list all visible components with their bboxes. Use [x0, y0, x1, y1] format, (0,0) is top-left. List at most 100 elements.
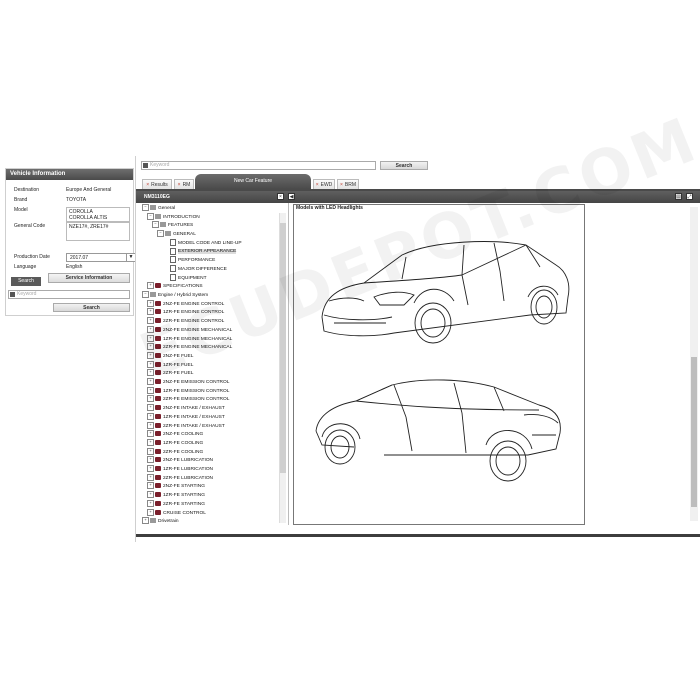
search-tab[interactable]: Search: [11, 277, 41, 286]
tree-item-label: 2NZ-FE INTAKE / EXHAUST: [163, 405, 225, 411]
tree-item-label: 2ZR-FE EMISSION CONTROL: [163, 397, 230, 403]
tree-item[interactable]: PERFORMANCE: [162, 256, 215, 264]
tree-item[interactable]: + SPECIFICATIONS: [147, 282, 203, 290]
keyword-search-input[interactable]: Keyword: [8, 290, 130, 299]
tree-item-label: 2ZR-FE COOLING: [163, 449, 204, 455]
tree-item[interactable]: +2NZ-FE INTAKE / EXHAUST: [147, 404, 225, 412]
tab-brm[interactable]: × BRM: [337, 179, 359, 189]
collapse-icon[interactable]: −: [157, 230, 164, 238]
collapse-icon[interactable]: −: [142, 204, 149, 211]
expand-icon[interactable]: +: [147, 395, 154, 403]
expand-icon[interactable]: +: [147, 473, 154, 481]
tree-item[interactable]: − General: [142, 204, 175, 212]
tree-item[interactable]: +2ZR-FE INTAKE / EXHAUST: [147, 421, 225, 430]
folder-icon: [155, 509, 161, 515]
expand-icon[interactable]: +: [147, 308, 154, 316]
doc-icon: [170, 273, 176, 281]
model-field[interactable]: COROLLA COROLLA ALTIS: [66, 207, 130, 222]
tab-rm[interactable]: × RM: [174, 179, 194, 189]
expand-icon[interactable]: +: [147, 491, 154, 499]
tree-item-label: 2NZ-FE LUBRICATION: [163, 458, 214, 464]
expand-icon[interactable]: ⤢: [686, 193, 693, 200]
tree-item[interactable]: − INTRODUCTION: [147, 212, 200, 221]
tree-item[interactable]: +2ZR-FE COOLING: [147, 447, 204, 456]
close-icon[interactable]: ×: [146, 182, 149, 188]
expand-icon[interactable]: +: [147, 386, 154, 394]
close-icon[interactable]: ×: [340, 182, 343, 188]
tree-item[interactable]: + CRUISE CONTROL: [147, 508, 206, 517]
expand-icon[interactable]: +: [147, 438, 154, 446]
tree-item[interactable]: +1ZR-FE LUBRICATION: [147, 465, 213, 473]
destination-label: Destination: [14, 187, 40, 193]
expand-icon[interactable]: +: [147, 499, 154, 507]
document-scroll-thumb[interactable]: [691, 357, 697, 507]
document-scrollbar[interactable]: [690, 207, 698, 521]
tree-item[interactable]: MAJOR DIFFERENCE: [162, 264, 227, 273]
collapse-icon[interactable]: −: [142, 291, 149, 298]
tree-item[interactable]: +2ZR-FE EMISSION CONTROL: [147, 395, 229, 403]
tree-item[interactable]: +2NZ-FE COOLING: [147, 430, 203, 438]
folder-icon: [155, 448, 161, 454]
close-icon[interactable]: ×: [316, 182, 319, 188]
expand-icon[interactable]: +: [147, 412, 154, 420]
expand-icon[interactable]: +: [147, 447, 154, 455]
tree-item-label: General: [158, 205, 176, 211]
close-icon[interactable]: ×: [277, 193, 284, 200]
book-icon: [165, 231, 171, 237]
close-icon[interactable]: ×: [178, 182, 181, 188]
book-icon: [150, 518, 156, 524]
expand-icon[interactable]: +: [147, 421, 154, 429]
search-button[interactable]: Search: [53, 303, 130, 312]
expand-icon[interactable]: +: [147, 404, 154, 412]
tree-item[interactable]: − GENERAL: [157, 230, 196, 238]
top-keyword-placeholder: Keyword: [150, 162, 170, 168]
tree-item[interactable]: − FEATURES: [152, 221, 193, 229]
expand-icon[interactable]: +: [147, 508, 154, 516]
tab-ewd[interactable]: × EWD: [313, 179, 335, 189]
tree-scroll-thumb[interactable]: [280, 223, 286, 473]
pane-divider[interactable]: [288, 203, 289, 525]
tree-item-label: 2ZR-FE LUBRICATION: [163, 475, 214, 481]
tree-item[interactable]: EXTERIOR APPEARANCE: [162, 247, 237, 256]
tree-scrollbar[interactable]: [279, 213, 286, 523]
general-code-value: NZE17#, ZRE17#: [69, 224, 109, 230]
expand-icon[interactable]: +: [147, 482, 154, 490]
print-icon[interactable]: ▤: [675, 193, 682, 200]
chevron-down-icon[interactable]: ▼: [126, 254, 135, 261]
expand-icon[interactable]: +: [147, 299, 154, 307]
tree-item[interactable]: +1ZR-FE COOLING: [147, 438, 203, 447]
production-date-select[interactable]: 2017.07 ▼: [66, 253, 136, 262]
expand-icon[interactable]: +: [142, 517, 149, 524]
expand-icon[interactable]: +: [147, 430, 154, 438]
tab-results[interactable]: × Results: [142, 179, 172, 189]
tree-item-label: 2NZ-FE STARTING: [163, 484, 205, 490]
tree-item[interactable]: +1ZR-FE STARTING: [147, 491, 205, 499]
tab-new-car-feature[interactable]: New Car Feature: [195, 174, 311, 189]
folder-icon: [155, 466, 161, 471]
brand-value: TOYOTA: [66, 197, 87, 203]
tree-item[interactable]: + Drivetrain: [142, 517, 179, 524]
tree-item-label: 1ZR-FE LUBRICATION: [163, 466, 214, 472]
tree-item-label: 2ZR-FE STARTING: [163, 501, 205, 507]
general-code-field[interactable]: NZE17#, ZRE17#: [66, 222, 130, 241]
top-keyword-input[interactable]: Keyword: [141, 161, 376, 170]
tree-item[interactable]: +2NZ-FE STARTING: [147, 482, 205, 490]
top-search-button[interactable]: Search: [380, 161, 428, 170]
tree-item-label: 2NZ-FE COOLING: [163, 431, 204, 437]
tree-item[interactable]: +2ZR-FE LUBRICATION: [147, 473, 214, 482]
folder-icon: [155, 492, 161, 498]
book-icon: [155, 213, 161, 219]
tree-item[interactable]: MODEL CODE AND LINE-UP: [162, 238, 242, 247]
tree-item[interactable]: +2NZ-FE LUBRICATION: [147, 456, 213, 464]
expand-icon[interactable]: +: [147, 456, 154, 464]
tree-item[interactable]: EQUIPMENT: [162, 273, 207, 282]
tree-item[interactable]: +2ZR-FE STARTING: [147, 499, 205, 508]
expand-icon[interactable]: +: [147, 465, 154, 472]
tree-item[interactable]: +1ZR-FE INTAKE / EXHAUST: [147, 412, 225, 421]
collapse-pane-icon[interactable]: ◀: [288, 193, 295, 200]
collapse-icon[interactable]: −: [147, 212, 154, 220]
expand-icon[interactable]: +: [147, 282, 154, 290]
collapse-icon[interactable]: −: [152, 221, 159, 229]
tree-item-label: INTRODUCTION: [163, 214, 200, 220]
service-information-tab[interactable]: Service Information: [48, 273, 130, 283]
